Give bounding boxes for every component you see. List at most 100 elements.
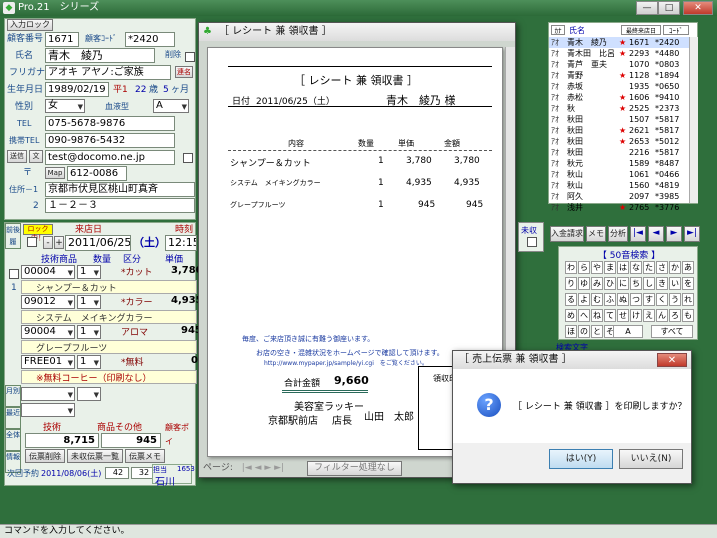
customer-list-row[interactable]: ｱｵ 青芦 亜夫 1070 *0803 <box>549 59 689 70</box>
row-qty-select[interactable]: 1 <box>77 355 101 369</box>
kana-key[interactable]: の <box>578 325 590 338</box>
analysis-button[interactable]: 分析 <box>608 226 628 242</box>
slip-row[interactable]: 90004 1 アロマ 945 グレープフルーツ <box>21 325 202 355</box>
row-code-select[interactable]: FREE01 <box>21 355 75 369</box>
customer-list-row[interactable]: ｱｵ 青野 ★ 1128 *1894 <box>549 70 689 81</box>
payment-request-button[interactable]: 入金請求 <box>550 226 584 242</box>
filter-button[interactable]: フィルター処理なし <box>306 461 402 476</box>
slip-row[interactable]: FREE01 1 *無料 0 ※無料コーヒー（印刷なし） <box>21 355 198 385</box>
kana-key[interactable]: へ <box>578 309 590 322</box>
row-qty-select[interactable]: 1 <box>77 325 101 339</box>
kana-key[interactable]: し <box>643 277 655 290</box>
kana-key[interactable]: ら <box>578 261 590 274</box>
list-date-header[interactable]: 最終来店日 <box>621 25 661 35</box>
next-record-button[interactable]: ► <box>666 226 682 242</box>
customer-no-field[interactable]: 1671 <box>45 32 79 47</box>
mail-send-button[interactable]: 送信 <box>7 150 27 163</box>
first-record-button[interactable]: |◄ <box>630 226 646 242</box>
kana-key[interactable]: ろ <box>669 309 681 322</box>
kana-key[interactable]: に <box>617 277 629 290</box>
customer-list-row[interactable]: ｱｵ 浅井 ★ 2765 *3776 <box>549 202 689 213</box>
birthdate-field[interactable]: 1989/02/19 <box>45 82 109 97</box>
customer-list-row[interactable]: ｱｵ 阿久 2097 *3985 <box>549 191 689 202</box>
furigana-field[interactable]: アオキ アヤノ:ご家族 <box>45 65 171 80</box>
delete-checkbox[interactable] <box>185 52 195 62</box>
kana-key[interactable]: り <box>565 277 577 290</box>
unpaid-list-button[interactable]: 未収伝票一覧 <box>67 449 123 463</box>
list-code-header[interactable]: ｺｰﾄﾞ <box>663 25 689 35</box>
date-plus-button[interactable]: + <box>54 236 64 249</box>
address2-field[interactable]: １－２－３ <box>45 198 195 213</box>
kana-key[interactable]: め <box>565 309 577 322</box>
customer-list-row[interactable]: ｱｵ 秋 ★ 2525 *2373 <box>549 103 689 114</box>
kana-key[interactable]: ほ <box>565 325 577 338</box>
row-code-select[interactable]: 09012 <box>21 295 75 309</box>
email-checkbox[interactable] <box>183 153 193 163</box>
close-button[interactable]: ✕ <box>683 1 713 15</box>
list-kana-header[interactable]: ｶﾅ <box>551 25 565 35</box>
kana-key[interactable]: む <box>591 293 603 306</box>
kana-key[interactable]: や <box>591 261 603 274</box>
kana-key[interactable]: な <box>630 261 642 274</box>
slip-memo-button[interactable]: 伝票メモ <box>125 449 165 463</box>
customer-list-row[interactable]: ｱｵ 秋田 ★ 2621 *5817 <box>549 125 689 136</box>
customer-list-row[interactable]: ｱｵ 秋田 2216 *5817 <box>549 147 689 158</box>
customer-list-row[interactable]: ｱｵ 秋田 1507 *5817 <box>549 114 689 125</box>
kana-key-a[interactable]: A <box>613 325 643 338</box>
kana-key[interactable]: ひ <box>604 277 616 290</box>
kana-key[interactable]: え <box>643 309 655 322</box>
kana-key[interactable]: あ <box>682 261 694 274</box>
joint-name-button[interactable]: 連名 <box>175 66 193 78</box>
kana-key[interactable]: せ <box>617 309 629 322</box>
kana-key[interactable]: き <box>656 277 668 290</box>
row-qty-select[interactable]: 1 <box>77 295 101 309</box>
customer-list-row[interactable]: ｱｵ 秋元 1589 *8487 <box>549 158 689 169</box>
kana-key[interactable]: た <box>643 261 655 274</box>
kana-key[interactable]: い <box>669 277 681 290</box>
kana-key[interactable]: ね <box>591 309 603 322</box>
no-button[interactable]: いいえ(N) <box>619 449 683 469</box>
lock-button[interactable]: ロック中！ <box>23 224 53 242</box>
row-qty-select[interactable]: 1 <box>77 265 101 279</box>
kana-key[interactable]: て <box>604 309 616 322</box>
kana-key[interactable]: け <box>630 309 642 322</box>
kana-key[interactable]: る <box>565 293 577 306</box>
kana-key[interactable]: ぬ <box>617 293 629 306</box>
kana-key[interactable]: さ <box>656 261 668 274</box>
kana-key[interactable]: う <box>669 293 681 306</box>
customer-list-row[interactable]: ｱｵ 秋山 1560 *4819 <box>549 180 689 191</box>
tel-field[interactable]: 075-5678-9876 <box>45 116 175 131</box>
kana-key[interactable]: を <box>682 277 694 290</box>
maximize-button[interactable]: □ <box>658 1 680 15</box>
row-code-select[interactable]: 90004 <box>21 325 75 339</box>
customer-list-row[interactable]: ｱｵ 赤坂 1935 *0650 <box>549 81 689 92</box>
kana-key[interactable]: は <box>617 261 629 274</box>
prev-record-button[interactable]: ◄ <box>648 226 664 242</box>
kana-key[interactable]: ん <box>656 309 668 322</box>
row-code-select[interactable]: 00004 <box>21 265 75 279</box>
slip-row[interactable]: 09012 1 *カラー 4,935 システム メイキングカラー <box>21 295 203 325</box>
row-qty-select-empty[interactable] <box>77 387 101 401</box>
unpaid-checkbox[interactable] <box>527 237 537 247</box>
kana-key[interactable]: ま <box>604 261 616 274</box>
visit-date-field[interactable]: 2011/06/25 <box>65 235 131 251</box>
kana-key[interactable]: ふ <box>604 293 616 306</box>
list-name-header[interactable]: 氏名 <box>569 25 585 36</box>
monthly-tab[interactable]: 月別 <box>5 385 21 407</box>
customer-code-field[interactable]: *2420 <box>125 32 175 47</box>
overall-tab[interactable]: 全体 <box>5 429 21 451</box>
time-field[interactable]: 12:15 <box>165 235 197 251</box>
dialog-close-button[interactable]: ✕ <box>657 353 687 367</box>
input-lock-button[interactable]: 入力ロック <box>7 19 53 31</box>
page-nav-icon[interactable]: |◄ ◄ ► ►| <box>242 463 284 473</box>
customer-list-row[interactable]: ｱｵ 秋田 ★ 2653 *5012 <box>549 136 689 147</box>
kana-key[interactable]: よ <box>578 293 590 306</box>
recent-tab[interactable]: 最近 <box>5 407 21 429</box>
history-tab[interactable]: 前後履 <box>5 223 21 249</box>
address1-field[interactable]: 京都市伏見区桃山町真斉 <box>45 182 195 197</box>
kana-key[interactable]: す <box>643 293 655 306</box>
delete-slip-button[interactable]: 伝票削除 <box>25 449 65 463</box>
row-checkbox[interactable] <box>9 269 19 279</box>
kana-key[interactable]: れ <box>682 293 694 306</box>
blood-select[interactable]: A <box>153 99 189 113</box>
